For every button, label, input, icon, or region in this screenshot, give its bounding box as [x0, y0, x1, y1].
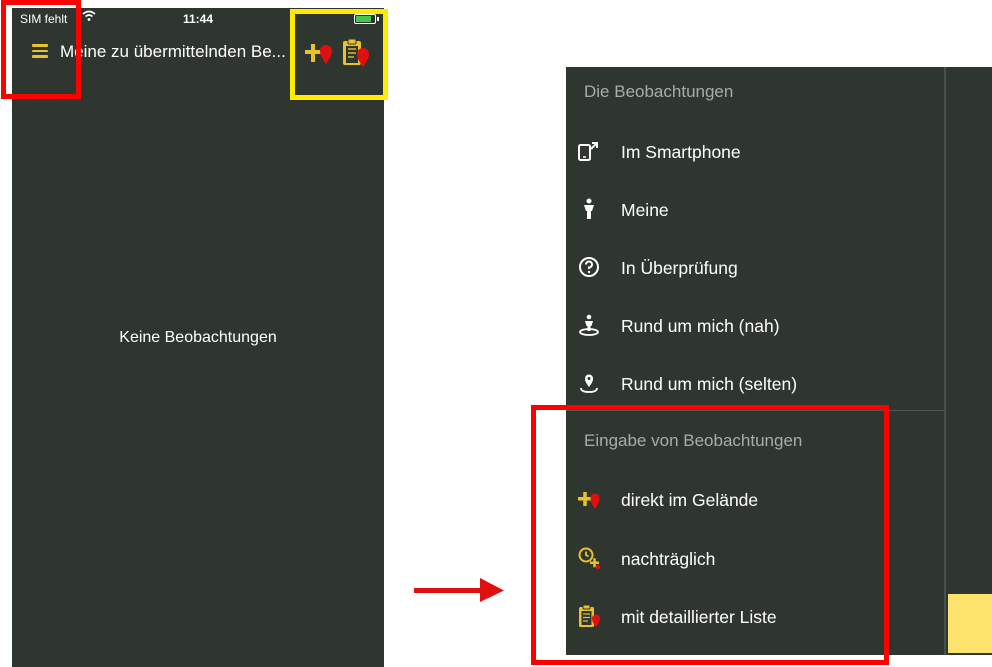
person-location-icon	[577, 313, 601, 337]
menu-item-label: Meine	[621, 200, 669, 220]
empty-state-message: Keine Beobachtungen	[119, 329, 277, 346]
yellow-panel	[948, 594, 992, 653]
drawer-edge	[944, 67, 946, 655]
highlight-entry-box	[531, 405, 889, 665]
menu-item-mine[interactable]: Meine	[566, 189, 944, 229]
person-icon	[577, 197, 601, 221]
menu-item-rare-nearby[interactable]: Rund um mich (selten)	[566, 363, 944, 403]
menu-item-label: Im Smartphone	[621, 142, 741, 162]
menu-item-in-review[interactable]: In Überprüfung	[566, 247, 944, 287]
menu-item-nearby[interactable]: Rund um mich (nah)	[566, 305, 944, 345]
menu-item-label: In Überprüfung	[621, 258, 738, 278]
highlight-menu-box	[1, 0, 81, 99]
smartphone-icon	[577, 139, 601, 163]
highlight-actions-box	[290, 9, 388, 100]
phone-screen: SIM fehlt 11:44 Meine zu übermittelnden …	[12, 8, 384, 667]
location-pin-icon	[577, 371, 601, 395]
menu-item-label: Rund um mich (nah)	[621, 316, 780, 336]
question-circle-icon	[577, 255, 601, 279]
section-header-observations: Die Beobachtungen	[584, 82, 734, 101]
arrow-right-icon	[414, 578, 504, 602]
page-title: Meine zu übermittelnden Be...	[60, 42, 286, 61]
menu-item-label: Rund um mich (selten)	[621, 374, 798, 394]
menu-item-smartphone[interactable]: Im Smartphone	[566, 131, 944, 171]
